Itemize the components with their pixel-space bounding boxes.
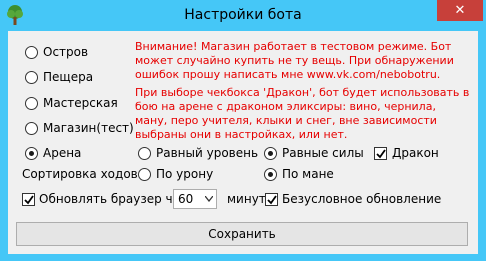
- unconditional-refresh-checkbox[interactable]: [265, 193, 278, 206]
- move-sort-label: Сортировка ходов: [22, 167, 138, 181]
- checkmark-icon: [266, 194, 277, 204]
- refresh-checkbox[interactable]: [22, 193, 35, 206]
- window-title: Настройки бота: [184, 7, 302, 23]
- radio-by-damage-label: По урону: [156, 167, 214, 181]
- checkmark-icon: [23, 194, 34, 204]
- radio-arena-label: Арена: [43, 146, 82, 160]
- save-button[interactable]: Сохранить: [16, 222, 468, 246]
- radio-island-label: Остров: [43, 45, 89, 59]
- settings-window: Настройки бота ✕ Остров Пещера Мастерска…: [0, 0, 486, 261]
- radio-by-damage[interactable]: [138, 168, 151, 181]
- radio-equal-strength-label: Равные силы: [282, 146, 364, 160]
- radio-cave-label: Пещера: [43, 70, 94, 84]
- chevron-down-icon: [205, 196, 213, 202]
- radio-island[interactable]: [25, 46, 38, 59]
- radio-workshop[interactable]: [25, 97, 38, 110]
- radio-equal-level-label: Равный уровень: [156, 146, 259, 160]
- refresh-unit-label: минут.: [227, 192, 270, 206]
- dragon-checkbox[interactable]: [374, 147, 387, 160]
- shop-warning-text: Внимание! Магазин работает в тестовом ре…: [135, 40, 454, 81]
- unconditional-refresh-label: Безусловное обновление: [282, 192, 442, 206]
- radio-by-mana-label: По мане: [282, 167, 334, 181]
- radio-equal-level[interactable]: [138, 147, 151, 160]
- dragon-checkbox-label: Дракон: [392, 146, 439, 160]
- radio-by-mana[interactable]: [264, 168, 277, 181]
- radio-shop[interactable]: [25, 122, 38, 135]
- radio-arena[interactable]: [25, 147, 38, 160]
- settings-panel: Остров Пещера Мастерская Магазин(тест) А…: [8, 31, 478, 254]
- radio-cave[interactable]: [25, 71, 38, 84]
- refresh-interval-value: 60: [178, 192, 194, 206]
- title-bar[interactable]: Настройки бота ✕: [0, 0, 486, 31]
- dragon-info-text: При выборе чекбокса 'Дракон', бот будет …: [135, 86, 470, 141]
- radio-equal-strength[interactable]: [264, 147, 277, 160]
- radio-workshop-label: Мастерская: [43, 96, 118, 110]
- radio-shop-label: Магазин(тест): [43, 121, 134, 135]
- close-icon: ✕: [454, 3, 466, 18]
- close-button[interactable]: ✕: [437, 0, 483, 21]
- checkmark-icon: [375, 148, 386, 158]
- refresh-interval-select[interactable]: 60: [173, 189, 217, 209]
